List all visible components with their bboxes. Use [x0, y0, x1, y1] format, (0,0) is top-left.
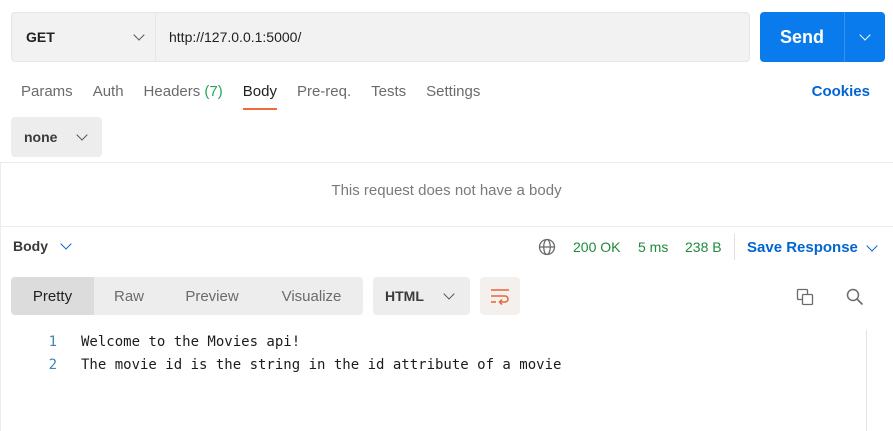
response-section-toggle[interactable]: Body	[13, 238, 72, 254]
response-label: Body	[13, 238, 48, 254]
cookies-link[interactable]: Cookies	[812, 83, 870, 100]
body-mode-label: none	[24, 129, 58, 145]
line-number: 1	[48, 333, 57, 350]
request-tabs: Params Auth Headers (7) Body Pre-req. Te…	[21, 80, 500, 110]
divider	[0, 226, 893, 227]
chevron-down-icon	[443, 288, 455, 300]
language-select[interactable]: HTML	[373, 277, 470, 315]
view-pretty-button[interactable]: Pretty	[11, 277, 94, 315]
body-mode-select[interactable]: none	[11, 117, 102, 157]
response-time[interactable]: 5 ms	[638, 239, 668, 255]
method-label: GET	[26, 29, 55, 45]
wrap-lines-icon	[491, 289, 509, 305]
divider	[734, 234, 735, 260]
url-input[interactable]	[156, 13, 749, 61]
tab-body[interactable]: Body	[242, 80, 278, 110]
tab-auth[interactable]: Auth	[93, 80, 124, 110]
line-text: Welcome to the Movies api!	[81, 333, 301, 350]
send-options-button[interactable]	[845, 12, 885, 62]
tab-params[interactable]: Params	[21, 80, 73, 110]
divider	[0, 162, 893, 163]
tab-pre-request[interactable]: Pre-req.	[297, 80, 351, 110]
globe-icon[interactable]	[538, 238, 556, 256]
response-body-editor[interactable]: 1 Welcome to the Movies api! 2 The movie…	[0, 330, 866, 376]
scrollbar[interactable]	[866, 330, 867, 431]
send-button-group: Send	[760, 12, 885, 62]
view-preview-button[interactable]: Preview	[164, 277, 260, 315]
search-icon[interactable]	[845, 287, 865, 307]
save-response-label: Save Response	[747, 239, 858, 256]
tab-tests[interactable]: Tests	[371, 80, 406, 110]
copy-icon[interactable]	[795, 287, 815, 307]
divider	[0, 162, 1, 431]
view-visualize-button[interactable]: Visualize	[260, 277, 363, 315]
status-code[interactable]: 200 OK	[573, 239, 620, 255]
chevron-down-icon	[866, 239, 878, 252]
chevron-down-icon	[859, 29, 871, 41]
language-label: HTML	[385, 288, 424, 304]
tab-headers[interactable]: Headers (7)	[144, 80, 223, 110]
chevron-down-icon	[60, 238, 72, 250]
save-response-button[interactable]: Save Response	[747, 239, 878, 256]
wrap-lines-button[interactable]	[480, 277, 520, 315]
code-line: 1 Welcome to the Movies api!	[0, 330, 866, 353]
no-body-message: This request does not have a body	[331, 182, 562, 199]
response-view-toggle: Pretty Raw Preview Visualize	[11, 277, 363, 315]
code-line: 2 The movie id is the string in the id a…	[0, 353, 866, 376]
method-select[interactable]: GET	[12, 13, 156, 61]
chevron-down-icon	[76, 129, 88, 141]
line-text: The movie id is the string in the id att…	[81, 356, 562, 373]
send-button[interactable]: Send	[760, 12, 845, 62]
line-number: 2	[48, 356, 57, 373]
response-size[interactable]: 238 B	[685, 239, 722, 255]
chevron-down-icon	[133, 29, 145, 41]
headers-count: (7)	[204, 83, 223, 100]
request-url-bar: GET	[11, 12, 750, 62]
tab-settings[interactable]: Settings	[426, 80, 480, 110]
view-raw-button[interactable]: Raw	[94, 277, 164, 315]
